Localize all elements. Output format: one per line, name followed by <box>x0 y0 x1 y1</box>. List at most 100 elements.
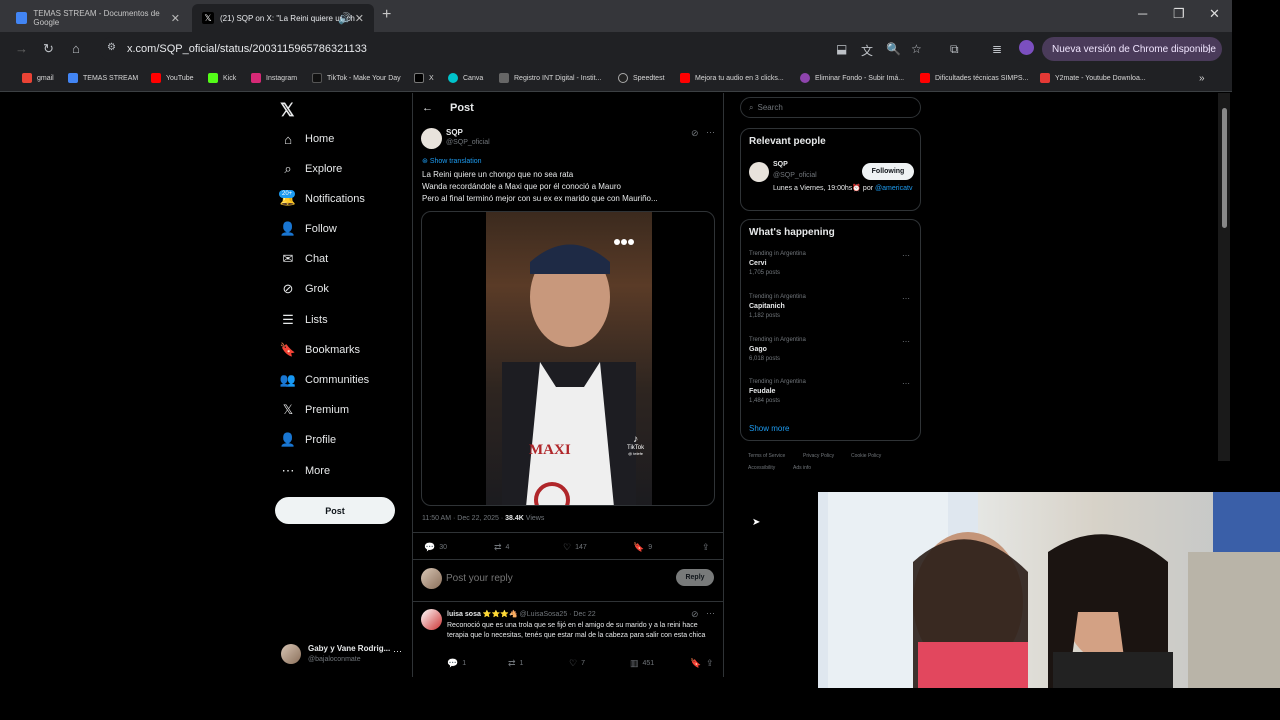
like-action[interactable]: ♡ 147 <box>563 542 587 553</box>
sidebar-item-follow[interactable]: 👤 Follow <box>280 221 337 237</box>
views-action[interactable]: ▥ 451 <box>630 658 654 669</box>
bookmark-kick[interactable]: Kick <box>208 73 236 83</box>
reply-input[interactable] <box>446 569 666 587</box>
scrollbar-thumb[interactable] <box>1222 108 1227 228</box>
home-icon[interactable]: ⌂ <box>72 41 80 56</box>
close-tab-icon[interactable]: ✕ <box>171 12 180 25</box>
tab-google-docs[interactable]: TEMAS STREAM - Documentos de Google ✕ <box>6 4 190 32</box>
share-action[interactable]: ⇪ <box>706 658 718 669</box>
avatar[interactable] <box>421 128 442 149</box>
youtube-icon <box>151 73 161 83</box>
close-tab-icon[interactable]: ✕ <box>355 12 364 25</box>
sidebar-item-lists[interactable]: ☰ Lists <box>280 312 327 328</box>
repost-action[interactable]: ⇄ 4 <box>494 542 509 553</box>
sidebar-item-explore[interactable]: ⌕ Explore <box>280 161 342 177</box>
sidebar-item-more[interactable]: ⋯ More <box>280 463 331 479</box>
sidebar-item-profile[interactable]: 👤 Profile <box>280 432 336 448</box>
back-arrow-icon[interactable]: ← <box>422 102 433 114</box>
footer-link[interactable]: Privacy Policy <box>803 453 834 459</box>
more-icon[interactable]: ⋯ <box>902 337 910 346</box>
more-icon[interactable]: ⋯ <box>902 294 910 303</box>
speaker-icon[interactable]: 🔊 <box>338 12 352 25</box>
show-translation-link[interactable]: ⊛ Show translation <box>422 157 482 165</box>
trend-item[interactable]: Trending in Argentina Capitanich 1,182 p… <box>749 294 914 319</box>
close-window-button[interactable]: ✕ <box>1209 6 1220 22</box>
person-name[interactable]: SQP <box>773 161 788 168</box>
more-bookmarks-icon[interactable]: » <box>1199 73 1205 84</box>
avatar[interactable] <box>749 162 769 182</box>
more-icon[interactable]: ⋯ <box>706 127 715 138</box>
trend-item[interactable]: Trending in Argentina Feudale 1,484 post… <box>749 379 914 404</box>
person-handle[interactable]: @SQP_oficial <box>773 172 817 179</box>
zoom-icon[interactable]: 🔍 <box>886 42 901 56</box>
chrome-update-button[interactable]: Nueva versión de Chrome disponible ⋮ <box>1042 37 1222 61</box>
reply-action[interactable]: 💬 30 <box>424 542 447 553</box>
bookmark-mejora-audio[interactable]: Mejora tu audio en 3 clicks... <box>680 73 784 83</box>
like-count: 7 <box>581 660 585 667</box>
bookmark-action[interactable]: 🔖 <box>690 658 705 669</box>
sidebar-item-premium[interactable]: 𝕏 Premium <box>280 402 349 418</box>
footer-link[interactable]: Ads info <box>793 465 811 471</box>
reply-author[interactable]: luisa sosa ⭐⭐⭐🐴 <box>447 611 518 618</box>
chrome-menu-icon[interactable]: ⋮ <box>1204 44 1214 55</box>
sidebar-item-bookmarks[interactable]: 🔖 Bookmarks <box>280 342 360 358</box>
more-icon[interactable]: ⋯ <box>706 608 715 619</box>
reply-action[interactable]: 💬 1 <box>447 658 466 669</box>
grok-icon[interactable]: ⊘ <box>691 609 699 620</box>
bookmark-eliminar-fondo[interactable]: Eliminar Fondo - Subir Imá... <box>800 73 904 83</box>
new-tab-button[interactable]: + <box>382 6 391 24</box>
sidebar-item-communities[interactable]: 👥 Communities <box>280 372 369 388</box>
search-input[interactable]: ⌕ Search <box>740 97 921 118</box>
trend-item[interactable]: Trending in Argentina Gago 6,018 posts ⋯ <box>749 337 914 362</box>
bookmark-star-icon[interactable]: ☆ <box>911 42 922 56</box>
bookmark-youtube[interactable]: YouTube <box>151 73 194 83</box>
share-action[interactable]: ⇪ <box>702 542 714 553</box>
trend-item[interactable]: Trending in Argentina Cervi 1,705 posts … <box>749 251 914 276</box>
extensions-icon[interactable]: ⧉ <box>950 42 959 57</box>
bookmark-action[interactable]: 🔖 9 <box>633 542 652 553</box>
bookmark-dificultades[interactable]: Dificultades técnicas SIMPS... <box>920 73 1028 83</box>
footer-link[interactable]: Terms of Service <box>748 453 785 459</box>
post-button[interactable]: Post <box>275 497 395 524</box>
bookmark-x[interactable]: X <box>414 73 434 83</box>
bookmark-y2mate[interactable]: Y2mate - Youtube Downloa... <box>1040 73 1146 83</box>
bio-link[interactable]: @americatv <box>875 185 912 192</box>
minimize-button[interactable]: ─ <box>1138 6 1147 21</box>
more-icon[interactable]: ⋯ <box>902 251 910 260</box>
translate-icon[interactable]: 文 <box>861 42 873 59</box>
following-button[interactable]: Following <box>862 163 914 180</box>
bookmark-speedtest[interactable]: Speedtest <box>618 73 665 83</box>
forward-icon[interactable]: → <box>15 41 28 56</box>
restore-button[interactable]: ❐ <box>1173 6 1185 22</box>
show-more-link[interactable]: Show more <box>749 424 789 433</box>
reload-icon[interactable]: ↻ <box>43 41 54 57</box>
profile-avatar-icon[interactable] <box>1019 40 1034 55</box>
reply-button[interactable]: Reply <box>676 569 714 586</box>
bookmark-tiktok[interactable]: TikTok - Make Your Day <box>312 73 401 83</box>
bookmark-canva[interactable]: Canva <box>448 73 483 83</box>
sidebar-item-grok[interactable]: ⊘ Grok <box>280 281 329 297</box>
x-logo-icon[interactable]: 𝕏 <box>280 100 295 121</box>
bookmark-temas-stream[interactable]: TEMAS STREAM <box>68 73 138 83</box>
sidebar-item-chat[interactable]: ✉ Chat <box>280 251 329 267</box>
bookmark-instagram[interactable]: Instagram <box>251 73 297 83</box>
post-author-name[interactable]: SQP <box>446 128 463 137</box>
grok-icon[interactable]: ⊘ <box>691 128 699 139</box>
like-action[interactable]: ♡ 7 <box>569 658 585 669</box>
tab-x-post[interactable]: 𝕏 (21) SQP on X: "La Reini quiere un ch … <box>192 4 374 32</box>
post-video[interactable]: MAXI ♪ TikTok @ telefe <box>421 211 715 506</box>
account-switcher[interactable]: Gaby y Vane Rodrig... @bajaloconmate ⋯ <box>281 642 411 670</box>
bookmark-gmail[interactable]: gmail <box>22 73 54 83</box>
bookmark-registro[interactable]: Registro INT Digital - Instit... <box>499 73 601 83</box>
more-icon[interactable]: ⋯ <box>393 646 402 657</box>
install-app-icon[interactable]: ⬓ <box>836 42 847 56</box>
footer-link[interactable]: Accessibility <box>748 465 775 471</box>
repost-action[interactable]: ⇄ 1 <box>508 658 523 669</box>
avatar[interactable] <box>421 609 442 630</box>
media-control-icon[interactable]: ≣ <box>992 42 1002 56</box>
sidebar-item-home[interactable]: ⌂ Home <box>280 131 334 147</box>
more-icon[interactable]: ⋯ <box>902 379 910 388</box>
post-author-handle[interactable]: @SQP_oficial <box>446 139 490 146</box>
site-info-icon[interactable]: ⚙ <box>107 42 116 53</box>
footer-link[interactable]: Cookie Policy <box>851 453 881 459</box>
